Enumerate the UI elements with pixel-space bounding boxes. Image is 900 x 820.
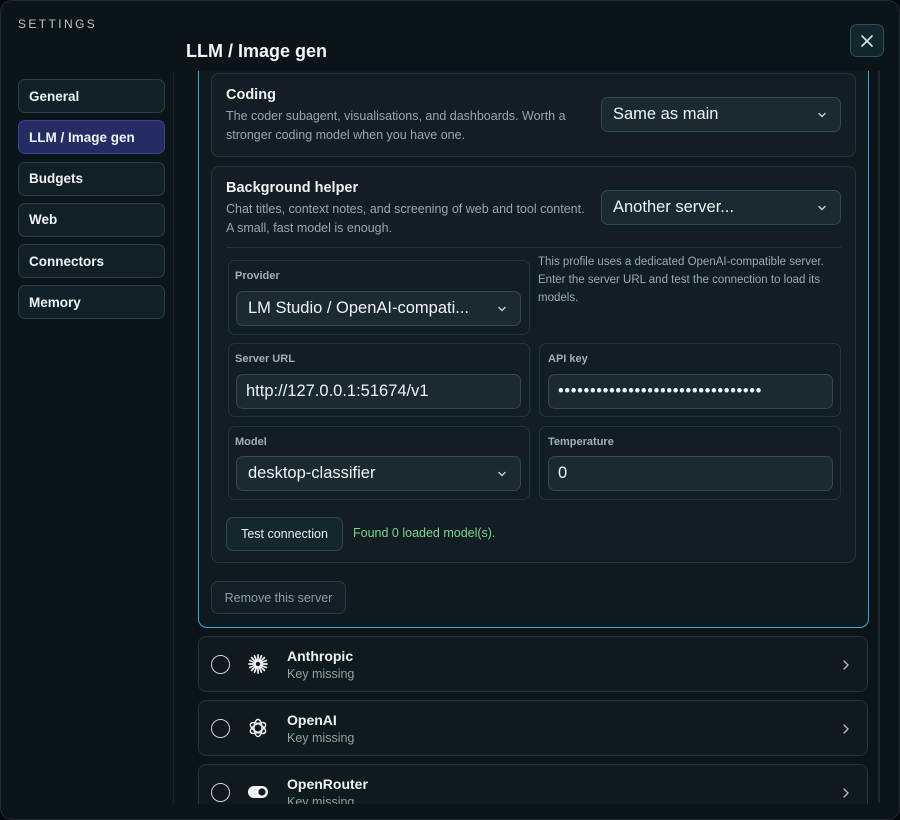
settings-content[interactable]: Coding The coder subagent, visualisation… [181, 71, 883, 804]
background-model-select[interactable]: Another server... [601, 190, 841, 225]
openai-icon [249, 718, 267, 738]
server-hint: This profile uses a dedicated OpenAI-com… [538, 256, 824, 304]
test-connection-button[interactable]: Test connection [226, 517, 343, 551]
temperature-input[interactable]: 0 [548, 456, 833, 491]
temperature-label: Temperature [548, 436, 614, 448]
model-value: desktop-classifier [248, 464, 376, 482]
sidebar-item-general[interactable]: General [18, 79, 165, 113]
sidebar-item-llm-image-gen[interactable]: LLM / Image gen [18, 120, 165, 155]
provider-status: Key missing [287, 795, 355, 804]
coding-model-select[interactable]: Same as main [601, 97, 841, 132]
api-key-label: API key [548, 353, 588, 365]
content-scrollbar[interactable] [878, 71, 880, 803]
chevron-right-icon [843, 788, 849, 798]
provider-radio[interactable] [211, 783, 230, 802]
coding-section: Coding The coder subagent, visualisation… [211, 73, 856, 157]
close-button[interactable] [850, 24, 884, 57]
page-title: LLM / Image gen [186, 41, 328, 61]
sidebar-divider [173, 71, 174, 803]
background-helper-description: Chat titles, context notes, and screenin… [226, 202, 585, 235]
provider-row-anthropic[interactable]: Anthropic Key missing [198, 636, 868, 692]
provider-status: Key missing [287, 667, 355, 681]
provider-field: Provider LM Studio / OpenAI-compati... [228, 260, 530, 335]
provider-name: Anthropic [287, 648, 354, 664]
settings-window: SETTINGS LLM / Image gen General LLM / I… [0, 0, 900, 820]
temperature-field: Temperature 0 [539, 426, 841, 500]
chevron-down-icon [498, 306, 506, 311]
provider-value: LM Studio / OpenAI-compati... [248, 299, 470, 317]
model-label: Model [235, 436, 267, 448]
chevron-right-icon [843, 660, 849, 670]
close-icon [861, 34, 873, 47]
background-helper-title: Background helper [226, 180, 359, 196]
provider-name: OpenRouter [287, 776, 368, 792]
model-select[interactable]: desktop-classifier [236, 456, 521, 491]
server-url-label: Server URL [235, 353, 295, 365]
background-model-value: Another server... [613, 198, 735, 216]
provider-name: OpenAI [287, 712, 337, 728]
coding-description: The coder subagent, visualisations, and … [226, 109, 566, 142]
sidebar-item-memory[interactable]: Memory [18, 285, 165, 320]
settings-label: SETTINGS [18, 17, 98, 31]
coding-model-value: Same as main [613, 105, 719, 123]
sidebar-item-connectors[interactable]: Connectors [18, 244, 165, 279]
provider-radio[interactable] [211, 655, 230, 674]
sidebar-item-budgets[interactable]: Budgets [18, 161, 165, 196]
provider-select[interactable]: LM Studio / OpenAI-compati... [236, 291, 521, 326]
provider-row-openai[interactable]: OpenAI Key missing [198, 700, 868, 756]
api-key-input[interactable]: •••••••••••••••••••••••••••••••• [548, 374, 833, 409]
chevron-right-icon [843, 724, 849, 734]
provider-radio[interactable] [211, 719, 230, 738]
provider-status: Key missing [287, 731, 355, 745]
coding-title: Coding [226, 87, 276, 103]
test-connection-result: Found 0 loaded model(s). [353, 526, 496, 540]
section-divider [226, 247, 841, 248]
openrouter-icon [248, 786, 268, 798]
chevron-down-icon [818, 205, 826, 210]
model-field: Model desktop-classifier [228, 426, 530, 500]
chevron-down-icon [498, 471, 506, 476]
background-helper-section: Background helper Chat titles, context n… [211, 166, 856, 563]
sidebar-item-web[interactable]: Web [18, 202, 165, 237]
settings-sidebar: General LLM / Image gen Budgets Web Conn… [18, 79, 165, 327]
chevron-down-icon [818, 112, 826, 117]
provider-row-openrouter[interactable]: OpenRouter Key missing [198, 764, 868, 804]
remove-server-button[interactable]: Remove this server [211, 581, 346, 614]
api-key-field: API key •••••••••••••••••••••••••••••••• [539, 343, 841, 417]
anthropic-icon [248, 654, 268, 674]
provider-label: Provider [235, 270, 280, 282]
server-url-field: Server URL http://127.0.0.1:51674/v1 [228, 343, 530, 417]
custom-server-card: Coding The coder subagent, visualisation… [198, 71, 869, 628]
server-url-input[interactable]: http://127.0.0.1:51674/v1 [236, 374, 521, 409]
